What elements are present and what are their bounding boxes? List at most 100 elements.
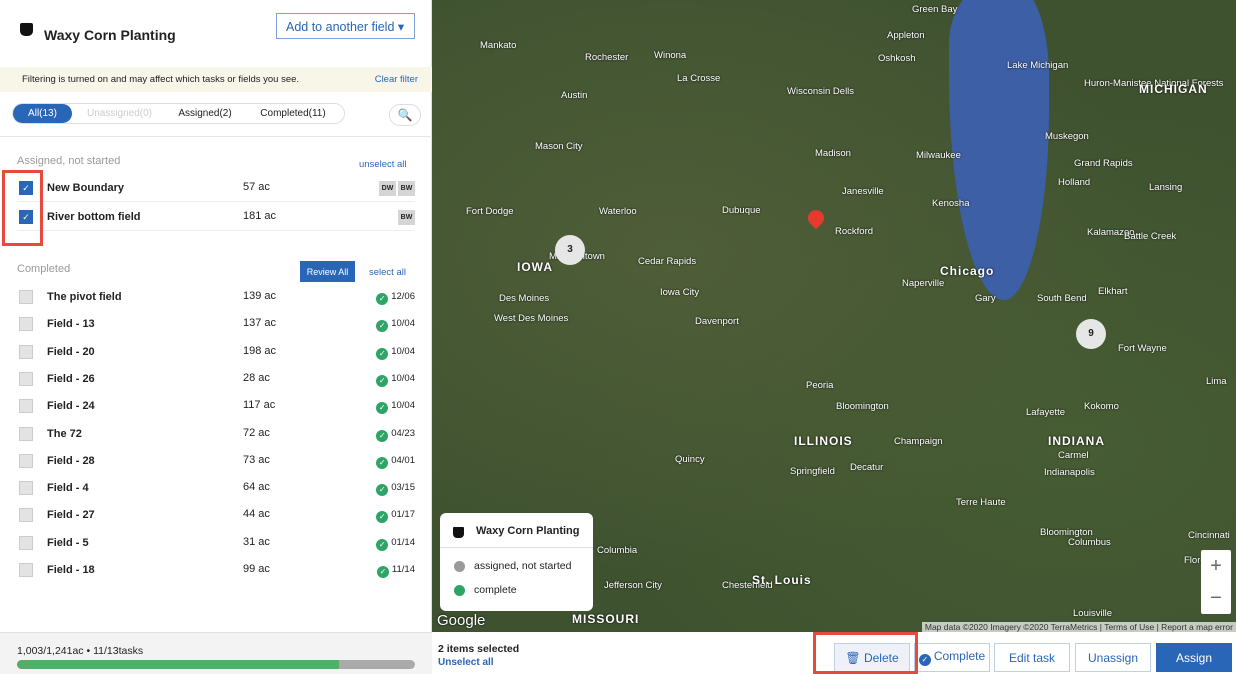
checkbox[interactable]: [19, 481, 33, 496]
check-circle-icon: ✓: [376, 566, 389, 578]
checkbox[interactable]: [19, 535, 33, 550]
list-item[interactable]: Field - 27 44 ac ✓ 01/17: [17, 502, 415, 529]
check-circle-icon: ✓: [376, 293, 389, 305]
field-name: Field - 28: [47, 454, 95, 467]
checkbox[interactable]: [19, 426, 33, 441]
assignee-badge: BW: [398, 181, 415, 196]
list-item[interactable]: Field - 5 31 ac ✓ 01/14: [17, 530, 415, 557]
map-label: Kenosha: [932, 198, 970, 209]
date-text: 01/14: [391, 536, 415, 548]
tab-unassigned[interactable]: Unassigned(0): [72, 104, 167, 123]
clear-filter-link[interactable]: Clear filter: [375, 67, 418, 92]
assignee-badge: BW: [398, 210, 415, 225]
field-name: River bottom field: [47, 211, 141, 223]
checkbox[interactable]: [19, 290, 33, 304]
list-item[interactable]: The 72 72 ac ✓ 04/23: [17, 421, 415, 448]
map-attribution[interactable]: Map data ©2020 Imagery ©2020 TerraMetric…: [921, 622, 1236, 632]
map[interactable]: Green Bay Appleton Oshkosh Mankato Rochester…: [432, 0, 1236, 632]
check-circle-icon: ✓: [376, 402, 389, 415]
checkbox[interactable]: [19, 371, 33, 386]
checkbox[interactable]: [19, 508, 33, 523]
divider: [0, 136, 432, 137]
lake-michigan: [949, 0, 1049, 300]
date-text: 10/04: [391, 400, 415, 412]
map-label: Milwaukee: [916, 150, 961, 161]
date-text: 12/06: [391, 291, 415, 302]
add-to-another-field-button[interactable]: Add to another field ▾: [276, 13, 415, 39]
map-pin-icon[interactable]: [804, 206, 828, 230]
map-label: Kokomo: [1084, 401, 1119, 412]
checkbox[interactable]: [19, 563, 33, 577]
completed-heading: Completed: [17, 263, 71, 275]
map-label: Cedar Rapids: [638, 256, 697, 267]
list-item[interactable]: Field - 18 99 ac ✓ 11/14: [17, 557, 415, 584]
date-text: 10/04: [391, 345, 415, 357]
completion-date: ✓ 10/04: [376, 318, 415, 333]
assign-button[interactable]: Assign: [1156, 643, 1232, 672]
search-button[interactable]: 🔍: [389, 104, 421, 126]
filter-banner: Filtering is turned on and may affect wh…: [0, 67, 432, 92]
tab-assigned[interactable]: Assigned(2): [167, 104, 243, 123]
legend-label: complete: [474, 584, 517, 596]
filter-message: Filtering is turned on and may affect wh…: [22, 74, 300, 85]
map-label: MICHIGAN: [1139, 82, 1208, 96]
unselect-all-link[interactable]: unselect all: [359, 159, 407, 170]
list-item[interactable]: Field - 28 73 ac ✓ 04/01: [17, 448, 415, 475]
action-bar: 2 items selected Unselect all 🗑 Delete ✓…: [432, 632, 1236, 674]
tab-completed[interactable]: Completed(11): [243, 104, 343, 123]
field-name: Field - 20: [47, 345, 95, 358]
completion-date: ✓ 11/14: [376, 564, 415, 578]
select-all-link[interactable]: select all: [369, 267, 406, 278]
progress-summary: 1,003/1,241ac • 11/13tasks: [17, 645, 144, 657]
field-acres: 137 ac: [243, 317, 277, 330]
map-label: Grand Rapids: [1074, 158, 1133, 169]
check-circle-icon: ✓: [376, 347, 389, 360]
map-label: Muskegon: [1045, 131, 1089, 142]
unselect-all-link[interactable]: Unselect all: [438, 657, 494, 668]
map-label: Wisconsin Dells: [787, 86, 855, 97]
field-acres: 99 ac: [243, 563, 270, 575]
checkbox[interactable]: [19, 399, 33, 414]
map-label: MISSOURI: [572, 612, 640, 626]
map-label: Oshkosh: [878, 53, 916, 64]
progress-bar: [17, 660, 415, 669]
map-label: Green Bay: [912, 4, 958, 15]
check-circle-icon: ✓: [376, 374, 389, 387]
zoom-out-button[interactable]: −: [1201, 582, 1231, 614]
map-label: Appleton: [887, 30, 925, 41]
search-icon: 🔍: [397, 108, 413, 122]
tab-all[interactable]: All(13): [13, 104, 72, 123]
zoom-controls: + −: [1201, 550, 1231, 614]
field-name: Field - 27: [47, 509, 95, 522]
list-item[interactable]: ✓ New Boundary 57 ac DW BW: [17, 175, 415, 202]
legend-label: assigned, not started: [474, 560, 572, 572]
map-label: Mason City: [535, 141, 583, 152]
unassign-button[interactable]: Unassign: [1075, 643, 1151, 672]
list-item[interactable]: Field - 20 198 ac ✓ 10/04: [17, 339, 415, 366]
edit-task-button[interactable]: Edit task: [994, 643, 1070, 672]
list-item[interactable]: The pivot field 139 ac ✓ 12/06: [17, 284, 415, 311]
complete-button[interactable]: ✓ Complete: [914, 643, 990, 672]
field-cluster[interactable]: 3: [555, 235, 585, 265]
map-label: Austin: [561, 90, 588, 101]
field-name: Field - 24: [47, 400, 95, 413]
checkbox[interactable]: [19, 344, 33, 359]
field-cluster[interactable]: 9: [1076, 319, 1106, 349]
zoom-in-button[interactable]: +: [1201, 550, 1231, 582]
checkbox[interactable]: [19, 453, 33, 468]
review-all-button[interactable]: Review All: [300, 261, 355, 282]
completion-date: ✓ 10/04: [376, 400, 415, 415]
field-name: The 72: [47, 427, 82, 440]
checkbox[interactable]: [19, 317, 33, 332]
highlight-box: [2, 170, 43, 246]
list-item[interactable]: ✓ River bottom field 181 ac BW: [17, 204, 415, 231]
list-item[interactable]: Field - 4 64 ac ✓ 03/15: [17, 475, 415, 502]
field-acres: 64 ac: [243, 481, 270, 494]
map-label: Waterloo: [599, 206, 637, 217]
list-item[interactable]: Field - 13 137 ac ✓ 10/04: [17, 311, 415, 338]
map-label: Janesville: [842, 186, 884, 197]
field-acres: 31 ac: [243, 535, 270, 548]
map-label: Lafayette: [1026, 407, 1066, 418]
list-item[interactable]: Field - 24 117 ac ✓ 10/04: [17, 393, 415, 420]
list-item[interactable]: Field - 26 28 ac ✓ 10/04: [17, 366, 415, 393]
